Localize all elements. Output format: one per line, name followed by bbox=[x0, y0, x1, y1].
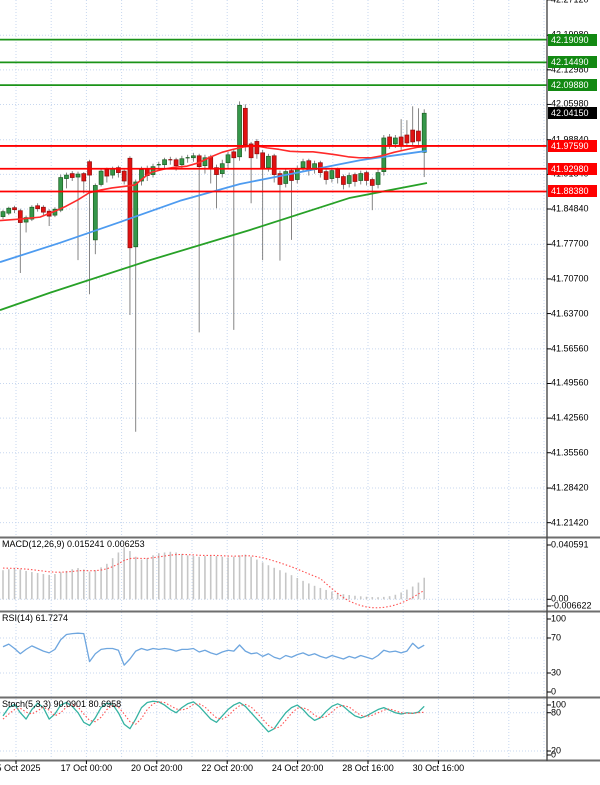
candle-bullish bbox=[347, 176, 351, 184]
candle-bearish bbox=[405, 135, 409, 143]
candle-bearish bbox=[255, 141, 259, 153]
candle-bullish bbox=[359, 174, 363, 181]
price-badge-resistance: 42.14490 bbox=[548, 56, 597, 68]
candle-bearish bbox=[290, 171, 294, 181]
candle-bearish bbox=[36, 206, 40, 209]
macd-scale-label: 0.040591 bbox=[551, 540, 589, 551]
candle-bearish bbox=[41, 207, 45, 212]
candle-bearish bbox=[174, 160, 178, 166]
candle-bearish bbox=[122, 171, 126, 181]
rsi-scale-label: 70 bbox=[551, 633, 561, 644]
candle-bearish bbox=[416, 131, 420, 141]
price-badge-resistance: 42.09880 bbox=[548, 79, 597, 91]
candle-bullish bbox=[191, 156, 195, 158]
slow-ma-line bbox=[0, 183, 427, 310]
price-badge-support: 41.88380 bbox=[548, 185, 597, 197]
price-axis-tick: 41.63700 bbox=[551, 308, 589, 319]
candle-bearish bbox=[70, 174, 74, 178]
candle-bearish bbox=[341, 177, 345, 185]
candle-bullish bbox=[163, 160, 167, 165]
price-axis-tick: 41.84840 bbox=[551, 204, 589, 215]
candle-bearish bbox=[128, 158, 132, 248]
price-axis-tick: 41.70700 bbox=[551, 273, 589, 284]
time-axis-label: 30 Oct 16:00 bbox=[413, 763, 465, 773]
candle-bullish bbox=[7, 208, 11, 213]
price-axis-tick: 41.77700 bbox=[551, 239, 589, 250]
candle-bullish bbox=[393, 138, 397, 144]
candle-bullish bbox=[295, 169, 299, 180]
candle-bullish bbox=[99, 171, 103, 184]
trading-chart[interactable]: 42.2712042.1998042.1298042.0598041.98840… bbox=[0, 0, 600, 785]
price-axis-tick: 41.42560 bbox=[551, 413, 589, 424]
price-axis-tick: 41.21420 bbox=[551, 517, 589, 528]
macd-scale-label: -0.006622 bbox=[551, 601, 592, 612]
price-axis-tick: 41.35560 bbox=[551, 447, 589, 458]
grid-lines bbox=[0, 0, 547, 759]
candle-bearish bbox=[411, 130, 415, 142]
rsi-scale-label: 0 bbox=[551, 687, 556, 698]
chart-surface[interactable] bbox=[0, 0, 600, 785]
macd-panel bbox=[3, 547, 424, 608]
candle-bearish bbox=[388, 137, 392, 145]
candle-bullish bbox=[59, 178, 63, 211]
panel-separator[interactable] bbox=[0, 611, 600, 613]
stochastic-indicator-label: Stoch(5,3,3) 90.0901 80.6958 bbox=[2, 699, 121, 709]
time-axis-label: 22 Oct 20:00 bbox=[201, 763, 253, 773]
time-axis-label: 17 Oct 00:00 bbox=[61, 763, 113, 773]
candle-bearish bbox=[243, 108, 247, 145]
candle-bearish bbox=[353, 175, 357, 182]
stoch-scale-label: 0 bbox=[551, 750, 556, 761]
price-badge-support: 41.97590 bbox=[548, 140, 597, 152]
price-axis-tick: 41.49560 bbox=[551, 378, 589, 389]
price-axis-tick: 41.28420 bbox=[551, 483, 589, 494]
candle-bullish bbox=[301, 162, 305, 168]
candle-bullish bbox=[266, 156, 270, 167]
candle-bearish bbox=[82, 174, 86, 181]
candle-bearish bbox=[370, 180, 374, 186]
candle-bearish bbox=[13, 208, 17, 210]
candle-bearish bbox=[324, 172, 328, 180]
price-badge-support: 41.92980 bbox=[548, 163, 597, 175]
candles-group bbox=[1, 101, 426, 431]
candle-bullish bbox=[1, 212, 5, 217]
price-axis-tick: 42.27120 bbox=[551, 0, 589, 5]
candle-bearish bbox=[209, 157, 213, 169]
candle-bearish bbox=[336, 170, 340, 178]
price-axis-tick: 41.56560 bbox=[551, 343, 589, 354]
time-axis-label: 28 Oct 16:00 bbox=[342, 763, 394, 773]
macd-indicator-label: MACD(12,26,9) 0.015241 0.006253 bbox=[2, 539, 145, 549]
rsi-scale-label: 100 bbox=[551, 614, 566, 625]
candle-bullish bbox=[376, 173, 380, 185]
candle-bearish bbox=[399, 137, 403, 146]
candle-bearish bbox=[105, 170, 109, 176]
candle-bullish bbox=[238, 105, 242, 156]
stoch-scale-label: 80 bbox=[551, 707, 561, 718]
time-axis-label: 20 Oct 20:00 bbox=[131, 763, 183, 773]
candle-bullish bbox=[64, 175, 68, 178]
candle-bullish bbox=[180, 159, 184, 165]
candle-bearish bbox=[365, 173, 369, 181]
candle-bearish bbox=[272, 156, 276, 175]
candle-bearish bbox=[261, 153, 265, 169]
rsi-indicator-label: RSI(14) 61.7274 bbox=[2, 613, 68, 623]
rsi-scale-label: 30 bbox=[551, 668, 561, 679]
candle-bullish bbox=[330, 171, 334, 179]
candle-bearish bbox=[18, 211, 22, 223]
candle-bullish bbox=[76, 174, 80, 177]
price-badge-current: 42.04150 bbox=[548, 107, 597, 119]
candle-bullish bbox=[226, 155, 230, 163]
candle-bullish bbox=[284, 172, 288, 184]
time-axis-label: 24 Oct 20:00 bbox=[272, 763, 324, 773]
time-axis-label: 15 Oct 2025 bbox=[0, 763, 41, 773]
price-badge-resistance: 42.19090 bbox=[548, 34, 597, 46]
candle-bearish bbox=[232, 152, 236, 158]
panel-separator[interactable] bbox=[0, 760, 600, 762]
